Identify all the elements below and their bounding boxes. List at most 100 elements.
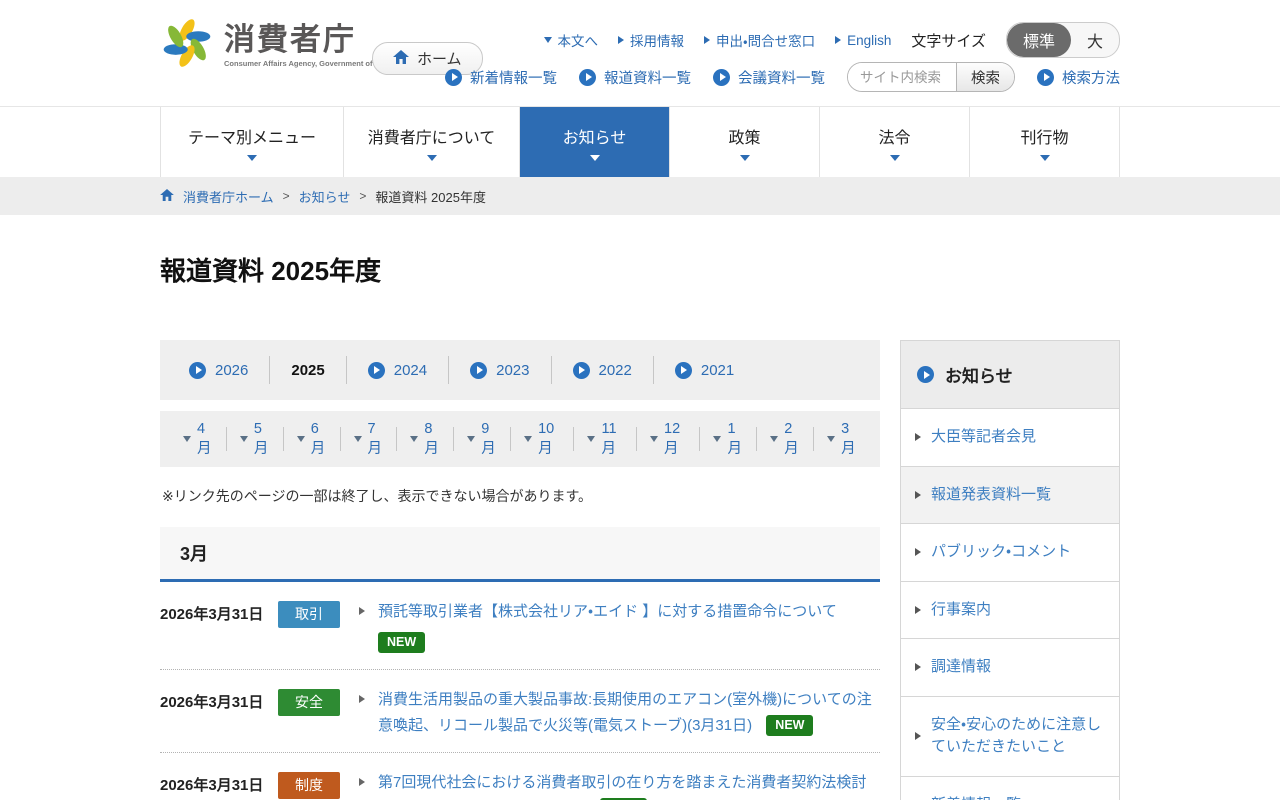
utility-nav: 本文へ 採用情報 申出・問合せ窓口 English 文字サイズ 標準 大 [544, 22, 1120, 58]
year-tab-2025-current: 2025 [270, 356, 346, 384]
caret-down-icon [1040, 155, 1050, 161]
caret-down-icon [587, 436, 595, 442]
caret-down-icon [827, 436, 835, 442]
breadcrumb-home-link[interactable]: 消費者庁ホーム [183, 187, 274, 206]
main-nav: テーマ別メニュー 消費者庁について お知らせ 政策 法令 刊行物 [0, 106, 1280, 177]
nav-about[interactable]: 消費者庁について [344, 107, 520, 177]
caret-down-icon [590, 155, 600, 161]
month-tab-jul[interactable]: 7月 [341, 427, 398, 451]
sidebar-item-safety-caution[interactable]: 安全・安心のために注意していただきたいこと [901, 696, 1119, 776]
main-content: 2026 2025 2024 2023 2022 2021 4月 5月 [160, 340, 1120, 800]
caret-right-icon [915, 606, 921, 614]
caret-right-icon [835, 36, 841, 44]
caret-right-icon [915, 433, 921, 441]
month-tab-oct[interactable]: 10月 [511, 427, 574, 451]
caret-down-icon [890, 155, 900, 161]
sidebar-heading: お知らせ [901, 341, 1119, 408]
year-tab-2024[interactable]: 2024 [347, 356, 449, 384]
month-section-heading: 3月 [160, 527, 880, 582]
font-size-large[interactable]: 大 [1071, 23, 1119, 57]
caret-right-icon [704, 36, 710, 44]
skip-to-content-link[interactable]: 本文へ [544, 30, 599, 50]
agency-pinwheel-icon [160, 16, 214, 75]
sidebar-item-events[interactable]: 行事案内 [901, 581, 1119, 639]
agency-logo[interactable]: 消費者庁 Consumer Affairs Agency, Government… [160, 16, 396, 75]
month-tab-jan[interactable]: 1月 [700, 427, 757, 451]
breadcrumb: 消費者庁ホーム > お知らせ > 報道資料 2025年度 [0, 177, 1280, 215]
caret-right-icon [915, 732, 921, 740]
caret-down-icon [524, 436, 532, 442]
caret-right-icon [359, 695, 365, 703]
play-circle-icon [368, 362, 385, 379]
news-row: 2026年3月31日 安全 消費生活用製品の重大製品事故:長期使用のエアコン(室… [160, 670, 880, 753]
agency-name-en: Consumer Affairs Agency, Government of J… [224, 59, 396, 68]
news-row: 2026年3月31日 制度 第7回現代社会における消費者取引の在り方を踏まえた消… [160, 753, 880, 800]
breadcrumb-news-link[interactable]: お知らせ [299, 187, 351, 206]
month-tab-dec[interactable]: 12月 [637, 427, 700, 451]
font-size-standard[interactable]: 標準 [1007, 23, 1071, 57]
font-size-toggle: 標準 大 [1006, 22, 1120, 58]
month-tab-sep[interactable]: 9月 [454, 427, 511, 451]
category-badge-safety: 安全 [278, 689, 340, 716]
caret-down-icon [650, 436, 658, 442]
sidebar-item-procurement[interactable]: 調達情報 [901, 638, 1119, 696]
play-circle-icon [579, 69, 596, 86]
caret-right-icon [915, 491, 921, 499]
search-input[interactable] [848, 63, 956, 91]
home-icon [160, 189, 174, 204]
year-tab-2022[interactable]: 2022 [552, 356, 654, 384]
month-tab-feb[interactable]: 2月 [757, 427, 814, 451]
month-tab-nov[interactable]: 11月 [574, 427, 637, 451]
whats-new-list-link[interactable]: 新着情報一覧 [445, 67, 557, 88]
search-help-link[interactable]: 検索方法 [1037, 67, 1120, 88]
nav-policy[interactable]: 政策 [670, 107, 820, 177]
sidebar-item-press-materials[interactable]: 報道発表資料一覧 [901, 466, 1119, 524]
new-badge: NEW [766, 715, 813, 736]
caret-down-icon [713, 436, 721, 442]
year-tab-2026[interactable]: 2026 [168, 356, 270, 384]
month-tab-aug[interactable]: 8月 [397, 427, 454, 451]
caret-right-icon [915, 548, 921, 556]
new-badge: NEW [378, 632, 425, 653]
year-tab-2023[interactable]: 2023 [449, 356, 551, 384]
press-materials-list-link[interactable]: 報道資料一覧 [579, 67, 691, 88]
caret-right-icon [618, 36, 624, 44]
caret-down-icon [770, 436, 778, 442]
category-badge-trade: 取引 [278, 601, 340, 628]
news-row: 2026年3月31日 取引 預託等取引業者【株式会社リア・エイド 】に対する措置… [160, 582, 880, 670]
page-title: 報道資料 2025年度 [160, 251, 1280, 288]
breadcrumb-separator: > [359, 189, 366, 203]
caret-down-icon [183, 436, 191, 442]
month-tab-may[interactable]: 5月 [227, 427, 284, 451]
caret-down-icon [467, 436, 475, 442]
news-date: 2026年3月31日 [160, 599, 270, 628]
nav-theme-menu[interactable]: テーマ別メニュー [160, 107, 344, 177]
sidebar-item-press-conference[interactable]: 大臣等記者会見 [901, 408, 1119, 466]
month-tab-mar[interactable]: 3月 [814, 427, 870, 451]
nav-news[interactable]: お知らせ [520, 107, 670, 177]
sidebar-item-whats-new[interactable]: 新着情報一覧 [901, 776, 1119, 800]
meeting-materials-list-link[interactable]: 会議資料一覧 [713, 67, 825, 88]
caret-down-icon [297, 436, 305, 442]
caret-down-icon [544, 37, 552, 43]
recruit-link[interactable]: 採用情報 [618, 30, 684, 50]
month-tabs: 4月 5月 6月 7月 8月 9月 10月 11月 12月 1月 2月 3月 [160, 411, 880, 467]
caret-right-icon [915, 663, 921, 671]
search-button[interactable]: 検索 [956, 63, 1014, 91]
caret-down-icon [410, 436, 418, 442]
contact-link[interactable]: 申出・問合せ窓口 [704, 30, 815, 50]
sidebar-item-public-comment[interactable]: パブリック・コメント [901, 523, 1119, 581]
nav-publications[interactable]: 刊行物 [970, 107, 1120, 177]
month-tab-apr[interactable]: 4月 [170, 427, 227, 451]
nav-laws[interactable]: 法令 [820, 107, 970, 177]
breadcrumb-separator: > [283, 189, 290, 203]
year-tab-2021[interactable]: 2021 [654, 356, 755, 384]
play-circle-icon [470, 362, 487, 379]
month-tab-jun[interactable]: 6月 [284, 427, 341, 451]
play-circle-icon [445, 69, 462, 86]
news-link[interactable]: 預託等取引業者【株式会社リア・エイド 】に対する措置命令について [378, 603, 837, 620]
play-circle-icon [1037, 69, 1054, 86]
caret-down-icon [354, 436, 362, 442]
english-link[interactable]: English [835, 33, 891, 48]
news-link[interactable]: 第7回現代社会における消費者取引の在り方を踏まえた消費者契約法検討会ワーキンググ… [378, 774, 866, 800]
